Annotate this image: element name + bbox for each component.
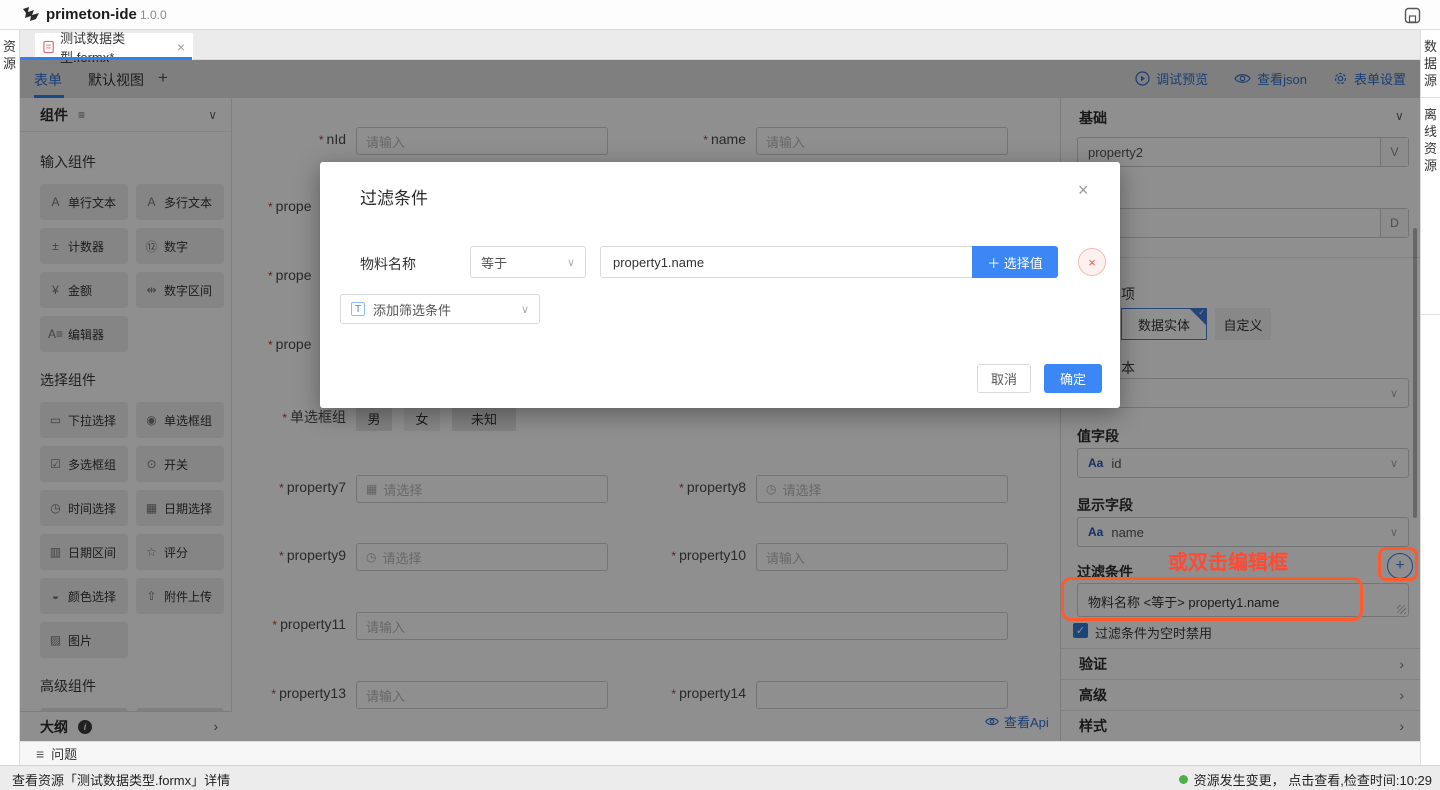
right-rail: 数据源 离线资源 bbox=[1420, 30, 1440, 765]
status-dot-icon bbox=[1179, 775, 1188, 784]
list-icon: ≡ bbox=[36, 746, 44, 762]
select-value-button[interactable]: ＋ 选择值 bbox=[972, 246, 1058, 278]
title-bar: primeton-ide 1.0.0 bbox=[0, 0, 1440, 30]
filter-condition-modal: 过滤条件 × 物料名称 等于 ∨ property1.name ＋ 选择值 × … bbox=[320, 162, 1120, 408]
problems-label: 问题 bbox=[51, 744, 77, 763]
right-rail-offline-tab[interactable]: 离线资源 bbox=[1423, 106, 1439, 174]
add-filter-condition-select[interactable]: T 添加筛选条件 ∨ bbox=[340, 294, 540, 324]
remove-condition-button[interactable]: × bbox=[1078, 248, 1106, 276]
filter-value: property1.name bbox=[613, 255, 704, 270]
form-file-icon bbox=[43, 40, 54, 54]
tab-close-icon[interactable]: × bbox=[177, 39, 185, 55]
status-resource-link[interactable]: 查看资源「测试数据类型.formx」详情 bbox=[12, 770, 230, 789]
app-version: 1.0.0 bbox=[140, 8, 167, 22]
filter-value-input[interactable]: property1.name bbox=[600, 246, 972, 278]
rail-divider bbox=[1421, 314, 1440, 315]
status-change-text: 资源发生变更， 点击查看,检查时间:10:29 bbox=[1194, 770, 1432, 789]
modal-title: 过滤条件 bbox=[360, 184, 428, 209]
left-rail: 资源 bbox=[0, 30, 20, 765]
rail-divider bbox=[1421, 97, 1440, 98]
modal-close-icon[interactable]: × bbox=[1078, 180, 1089, 201]
document-tab-strip: 测试数据类型.formx* × bbox=[20, 30, 1420, 60]
chevron-down-icon: ∨ bbox=[521, 303, 529, 316]
field-type-icon: T bbox=[351, 302, 365, 316]
problems-bar[interactable]: ≡ 问题 bbox=[20, 741, 1420, 765]
operator-select[interactable]: 等于 ∨ bbox=[470, 246, 586, 278]
status-bar: 查看资源「测试数据类型.formx」详情 资源发生变更， 点击查看,检查时间:1… bbox=[0, 765, 1440, 790]
annotation-rect-filter-textarea bbox=[1061, 577, 1363, 621]
status-change-notice[interactable]: 资源发生变更， 点击查看,检查时间:10:29 bbox=[1179, 770, 1432, 789]
app-name: primeton-ide bbox=[46, 6, 137, 23]
left-rail-resources-tab[interactable]: 资源 bbox=[2, 38, 18, 72]
ok-button[interactable]: 确定 bbox=[1044, 364, 1102, 393]
operator-value: 等于 bbox=[481, 253, 507, 272]
cancel-button[interactable]: 取消 bbox=[977, 364, 1031, 393]
annotation-note: 或双击编辑框 bbox=[1168, 546, 1288, 575]
chevron-down-icon: ∨ bbox=[567, 256, 575, 269]
filter-field-label: 物料名称 bbox=[360, 254, 416, 274]
right-rail-datasource-tab[interactable]: 数据源 bbox=[1423, 38, 1439, 89]
add-filter-condition-label: 添加筛选条件 bbox=[373, 300, 451, 319]
annotation-rect-plus-button bbox=[1378, 547, 1418, 581]
document-tab[interactable]: 测试数据类型.formx* × bbox=[35, 33, 193, 60]
save-icon[interactable] bbox=[1404, 7, 1421, 24]
app-logo-icon bbox=[20, 5, 42, 25]
